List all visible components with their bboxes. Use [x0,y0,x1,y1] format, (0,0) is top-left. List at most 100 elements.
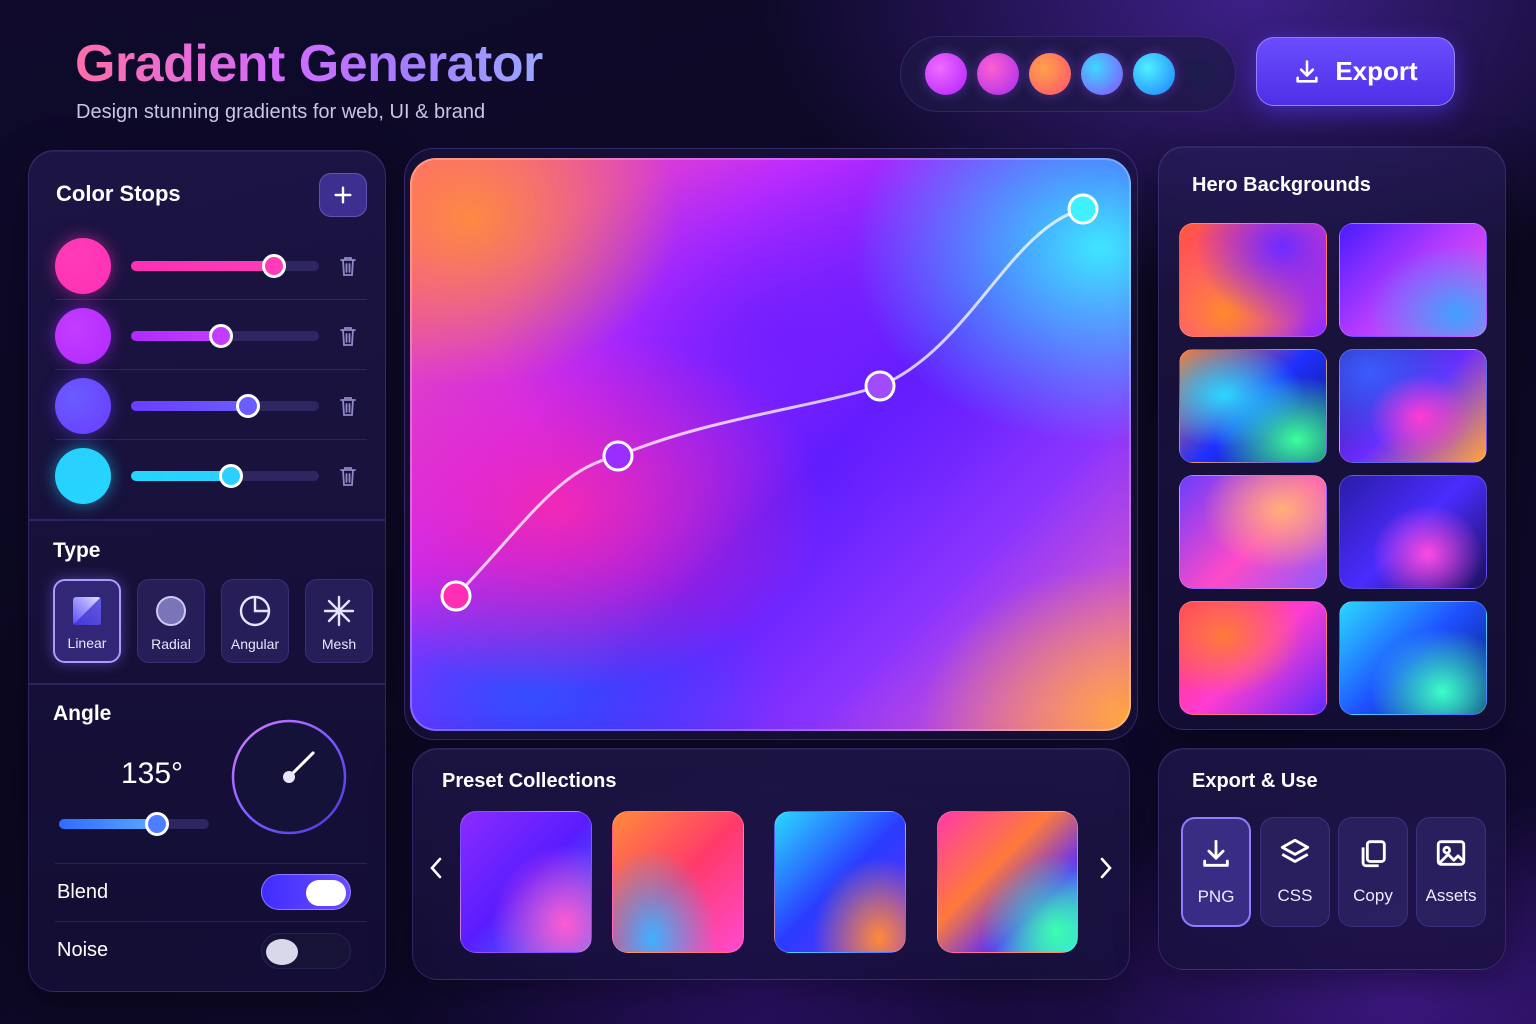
hero-thumbnail[interactable] [1179,601,1327,715]
angle-slider[interactable] [59,812,209,836]
export-action-label: CSS [1277,886,1313,905]
presets-title: Preset Collections [442,770,617,792]
export-button[interactable]: Export [1256,37,1455,106]
type-title: Type [53,539,101,562]
angle-dial[interactable] [231,719,347,835]
type-radial-button[interactable]: Radial [137,579,205,663]
color-stop-slider-knob[interactable] [235,394,260,418]
linear-icon [73,597,101,625]
radial-icon [156,596,186,626]
swatch[interactable] [1133,53,1175,95]
noise-toggle[interactable] [261,933,351,969]
trash-icon[interactable] [339,395,357,422]
hero-thumbnail[interactable] [1179,349,1327,463]
add-stop-button[interactable] [319,173,367,217]
hero-thumbnail[interactable] [1339,601,1487,715]
hero-thumbnail[interactable] [1339,223,1487,337]
export-action-label: Assets [1425,886,1477,905]
download-icon [1203,839,1229,867]
color-stop-swatch[interactable] [55,378,111,434]
export-css-button[interactable]: CSS [1260,817,1330,927]
color-stop-swatch[interactable] [55,448,111,504]
color-stop-slider[interactable] [131,324,319,348]
swatch[interactable] [925,53,967,95]
preset-thumbnail[interactable] [460,811,592,953]
export-copy-button[interactable]: Copy [1338,817,1408,927]
swatch[interactable] [1029,53,1071,95]
swatch[interactable] [1081,53,1123,95]
export-use-panel: Export & Use PNG CSS Copy Assets [1158,748,1506,970]
left-panel: Color Stops Type Linear Radial Angular M… [28,150,386,992]
divider [29,519,385,521]
swatch-bar [900,36,1236,112]
curve-handle[interactable] [440,580,472,612]
color-stop-slider[interactable] [131,464,319,488]
color-stop-swatch[interactable] [55,238,111,294]
type-label: Mesh [321,636,357,652]
trash-icon[interactable] [339,255,357,282]
type-label: Radial [151,636,191,652]
angular-icon [239,595,271,627]
blend-toggle[interactable] [261,874,351,910]
gradient-preview[interactable] [410,158,1131,731]
preset-thumbnail[interactable] [612,811,744,953]
type-label: Angular [230,636,280,652]
divider [55,369,367,370]
angle-value: 135° [121,757,184,790]
export-action-label: PNG [1197,887,1235,906]
color-stop-row [55,231,365,301]
color-stop-slider-knob[interactable] [261,254,286,278]
toggle-knob [306,880,346,906]
hero-thumbnail[interactable] [1179,475,1327,589]
color-stop-row [55,301,365,371]
angle-slider-fill [59,819,157,829]
layers-icon [1280,838,1310,863]
gradient-curve [440,193,1099,612]
hero-thumbnail[interactable] [1339,349,1487,463]
color-stop-slider-knob[interactable] [218,464,243,488]
trash-icon[interactable] [339,465,357,492]
preset-thumbnail[interactable] [774,811,906,953]
export-assets-button[interactable]: Assets [1416,817,1486,927]
export-button-label: Export [1335,56,1418,86]
preset-panel: Preset Collections [412,748,1130,980]
plus-icon [334,186,352,204]
curve-handle[interactable] [864,370,896,402]
type-mesh-button[interactable]: Mesh [305,579,373,663]
hero-panel: Hero Backgrounds [1158,146,1506,730]
color-stop-slider[interactable] [131,394,319,418]
hero-title: Hero Backgrounds [1192,174,1371,196]
hero-thumbnail[interactable] [1339,475,1487,589]
color-stop-swatch[interactable] [55,308,111,364]
divider [55,439,367,440]
download-icon [1296,59,1318,83]
trash-icon[interactable] [339,325,357,352]
type-angular-button[interactable]: Angular [221,579,289,663]
divider [29,683,385,685]
angle-title: Angle [53,702,112,725]
export-action-label: Copy [1353,886,1393,905]
chevron-right-icon[interactable] [1097,853,1115,883]
divider [55,863,367,864]
export-png-button[interactable]: PNG [1181,817,1251,927]
type-linear-button[interactable]: Linear [53,579,121,663]
color-stop-slider[interactable] [131,254,319,278]
curve-handle[interactable] [1067,193,1099,225]
divider [55,921,367,922]
angle-slider-knob[interactable] [144,812,169,836]
image-icon [1436,840,1466,866]
export-use-title: Export & Use [1192,770,1318,792]
swatch-empty[interactable] [1185,59,1215,89]
chevron-left-icon[interactable] [427,853,445,883]
color-stop-slider-fill [131,261,274,271]
copy-icon [1361,840,1386,868]
divider [55,299,367,300]
hero-thumbnail[interactable] [1179,223,1327,337]
color-stop-slider-fill [131,331,222,341]
preset-thumbnail[interactable] [937,811,1078,953]
swatch[interactable] [977,53,1019,95]
curve-handle[interactable] [602,440,634,472]
color-stop-row [55,441,365,511]
color-stop-slider-fill [131,471,231,481]
color-stop-slider-knob[interactable] [209,324,234,348]
